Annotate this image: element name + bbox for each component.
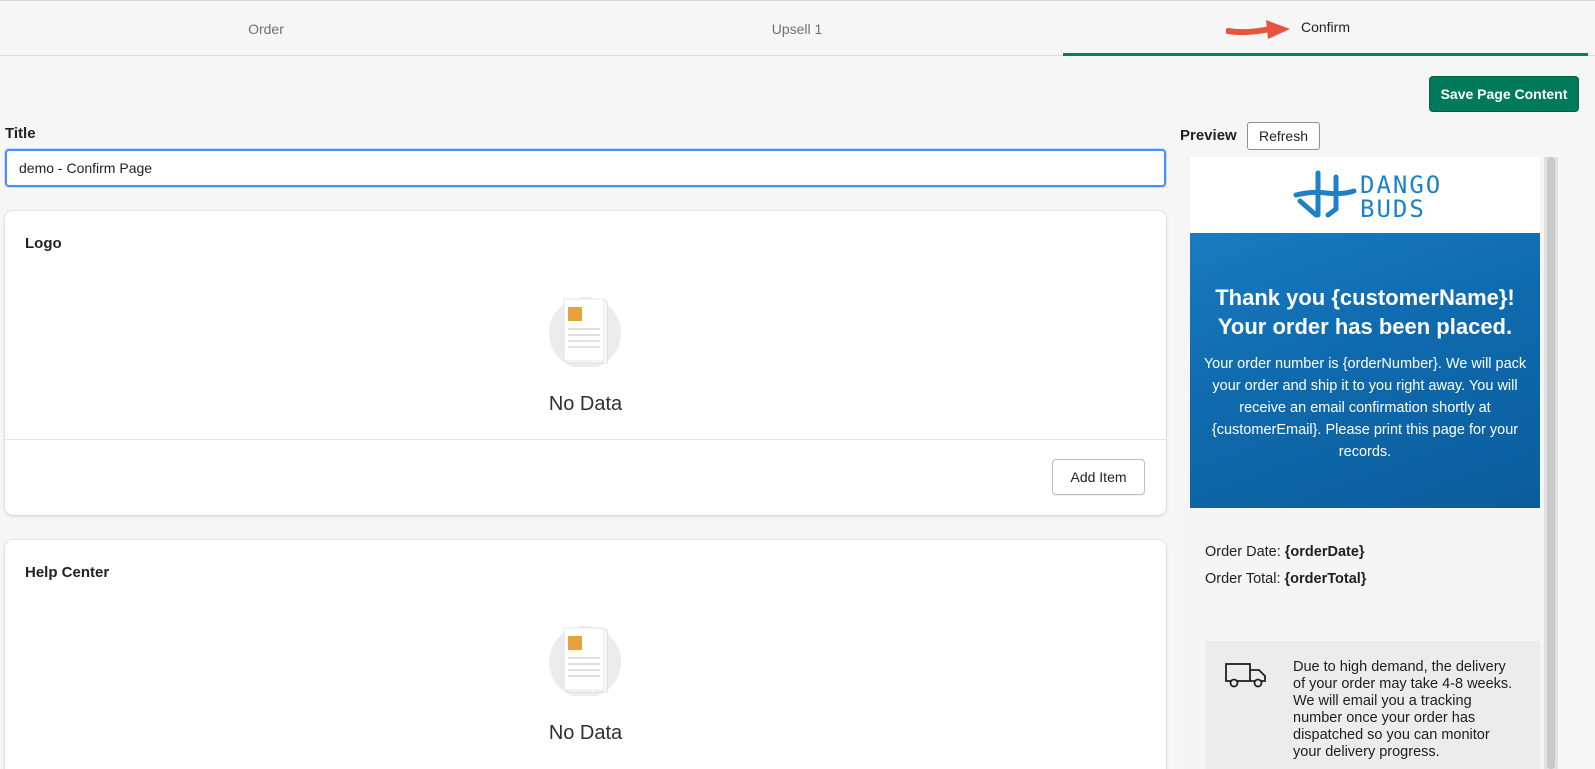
help-center-card: Help Center No Data: [5, 540, 1166, 769]
save-page-content-button[interactable]: Save Page Content: [1429, 76, 1579, 112]
order-total-label: Order Total:: [1205, 571, 1285, 587]
help-center-empty-text: No Data: [548, 722, 623, 744]
dango-buds-logo-icon: [1293, 170, 1357, 218]
logo-card-title: Logo: [25, 235, 62, 252]
preview-frame[interactable]: DANGO BUDS Thank you {customerName}! You…: [1180, 157, 1558, 769]
brand-name-line2: BUDS: [1360, 195, 1426, 223]
order-date-label: Order Date:: [1205, 544, 1285, 560]
order-date-value: {orderDate}: [1284, 544, 1365, 560]
preview-hero-text: Your order number is {orderNumber}. We w…: [1203, 356, 1527, 460]
preview-order-date: Order Date: {orderDate}: [1205, 544, 1365, 560]
truck-icon: [1225, 663, 1266, 688]
preview-scrollbar[interactable]: [1544, 157, 1558, 769]
preview-logo-area: DANGO BUDS: [1190, 157, 1540, 233]
tab-bar: Order Upsell 1 Confirm: [0, 0, 1595, 56]
empty-document-icon: [549, 626, 621, 696]
hero-title-line2: Your order has been placed.: [1217, 314, 1513, 339]
title-label: Title: [5, 125, 36, 142]
logo-card: Logo No Data Add Item: [5, 211, 1166, 515]
preview-order-total: Order Total: {orderTotal}: [1205, 571, 1366, 587]
tab-order[interactable]: Order: [0, 1, 532, 56]
arrow-right-icon: [1226, 20, 1290, 39]
hero-title-line1: Thank you {customerName}!: [1215, 285, 1515, 310]
order-total-value: {orderTotal}: [1284, 571, 1367, 587]
preview-notice-text: Due to high demand, the delivery of your…: [1293, 659, 1513, 760]
preview-label: Preview: [1180, 127, 1237, 144]
logo-empty-text: No Data: [548, 393, 623, 415]
tab-confirm[interactable]: Confirm: [1063, 1, 1588, 56]
preview-hero-title: Thank you {customerName}! Your order has…: [1200, 283, 1530, 341]
refresh-button[interactable]: Refresh: [1247, 122, 1320, 150]
help-center-card-title: Help Center: [25, 564, 110, 581]
add-item-button[interactable]: Add Item: [1052, 459, 1145, 495]
title-input[interactable]: [5, 149, 1166, 187]
tab-upsell-1[interactable]: Upsell 1: [531, 1, 1063, 56]
preview-hero-banner: Thank you {customerName}! Your order has…: [1190, 233, 1540, 508]
empty-document-icon: [549, 297, 621, 367]
card-divider: [5, 439, 1166, 440]
preview-scrollbar-thumb[interactable]: [1547, 157, 1555, 769]
preview-delivery-notice: Due to high demand, the delivery of your…: [1205, 641, 1540, 769]
